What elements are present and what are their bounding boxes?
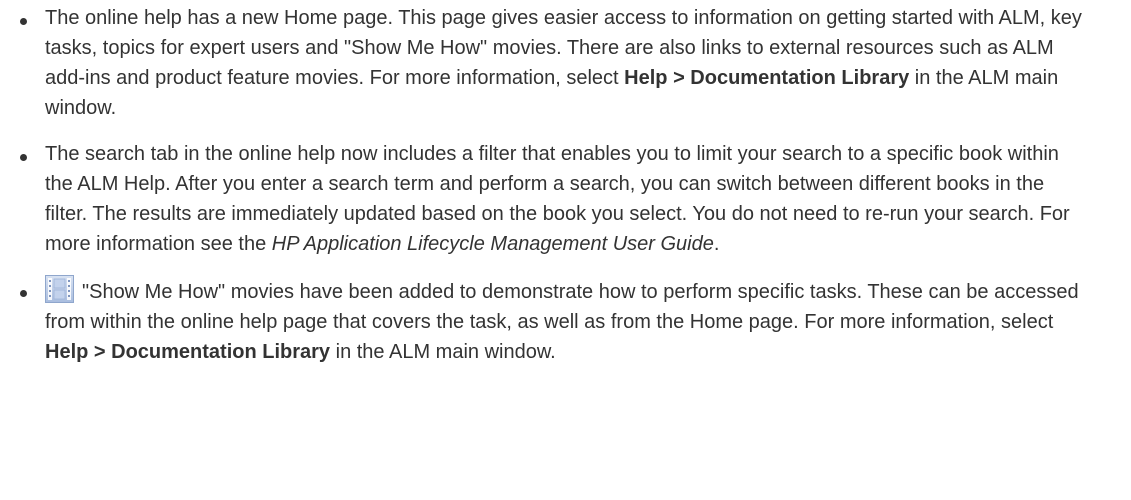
movie-icon xyxy=(45,275,74,303)
list-item-home-page: The online help has a new Home page. Thi… xyxy=(12,3,1091,123)
bullet-icon xyxy=(20,290,27,297)
menu-path: Help > Documentation Library xyxy=(624,67,910,89)
item-text: in the ALM main window. xyxy=(330,341,556,363)
item-text: . xyxy=(713,233,720,255)
item-text: "Show Me How" movies have been added to … xyxy=(45,281,1079,333)
bullet-icon xyxy=(20,154,27,161)
bullet-icon xyxy=(20,18,27,25)
list-item-search-filter: The search tab in the online help now in… xyxy=(12,139,1091,259)
menu-path: Help > Documentation Library xyxy=(45,341,331,363)
guide-title: HP Application Lifecycle Management User… xyxy=(271,233,714,255)
feature-list: The online help has a new Home page. Thi… xyxy=(12,3,1091,367)
document-body: The online help has a new Home page. Thi… xyxy=(0,0,1131,500)
list-item-show-me-how: "Show Me How" movies have been added to … xyxy=(12,275,1091,367)
